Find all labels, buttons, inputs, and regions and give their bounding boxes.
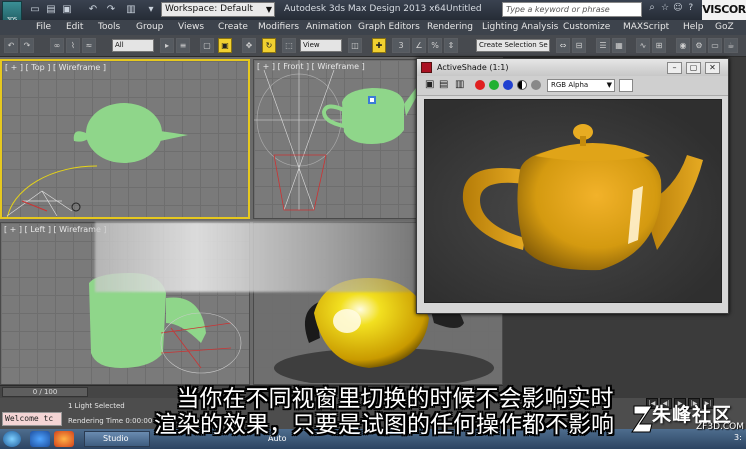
qat-dropdown-icon[interactable]: ▾ [144,3,158,16]
menu-tools[interactable]: Tools [98,22,120,32]
menu-animation[interactable]: Animation [306,22,352,32]
menu-modifiers[interactable]: Modifiers [258,22,299,32]
undo-tool-icon[interactable]: ↶ [4,38,18,53]
color-swatch[interactable] [619,79,633,92]
brand-watermark: VISCOR [702,0,746,20]
schematic-view-icon[interactable]: ⊞ [652,38,666,53]
title-bar: 3DS ▭ ▤ ▣ ↶ ↷ ▥ ▾ Workspace: Default ▼ A… [0,0,746,25]
select-by-name-icon[interactable]: ≡ [176,38,190,53]
site-logo-subtext: ZF3D.COM [696,422,744,432]
snap-toggle-icon[interactable]: 3 [392,38,410,53]
chevron-down-icon: ▼ [606,81,612,89]
selection-filter-dropdown[interactable]: All [112,39,154,52]
blue-channel-icon[interactable] [503,80,513,90]
minimize-button[interactable]: – [667,62,682,74]
align-icon[interactable]: ⊟ [572,38,586,53]
named-selection-set-dropdown[interactable]: Create Selection Se [476,39,550,52]
viewport-top-label[interactable]: [ + ] [ Top ] [ Wireframe ] [5,63,106,72]
search-input[interactable]: Type a keyword or phrase [502,2,642,17]
menu-rendering[interactable]: Rendering [427,22,473,32]
select-scale-icon[interactable]: ⬚ [282,38,296,53]
mirror-icon[interactable]: ⇔ [556,38,570,53]
binoculars-icon[interactable]: ⌕ [645,2,659,17]
material-editor-icon[interactable]: ◉ [676,38,690,53]
spinner-snap-icon[interactable]: ⇕ [444,38,458,53]
graphite-toolset-icon[interactable]: ▦ [612,38,626,53]
select-link-icon[interactable]: ∞ [50,38,64,53]
site-logo-watermark: 朱峰社区 ZF3D.COM [630,398,744,440]
main-toolbar: ↶ ↷ ∞ ⌇ ≈ All ▸ ≡ ▢ ▣ ✥ ↻ ⬚ View ◫ ✚ 3 ∠… [0,35,746,57]
monochrome-icon[interactable] [531,80,541,90]
menu-customize[interactable]: Customize [563,22,610,32]
channel-dropdown[interactable]: RGB Alpha ▼ [547,79,615,92]
activeshade-window[interactable]: ActiveShade (1:1) – ▢ ✕ ▣ ▤ ▥ RGB Alpha … [416,58,729,314]
channel-label: RGB Alpha [551,81,589,89]
activeshade-title: ActiveShade (1:1) [437,63,509,72]
new-file-icon[interactable]: ▭ [28,3,42,16]
chevron-down-icon: ▼ [265,5,272,14]
menu-bar: File Edit Tools Group Views Create Modif… [0,20,746,35]
viewport-front-label[interactable]: [ + ] [ Front ] [ Wireframe ] [257,62,365,71]
menu-help[interactable]: Help [683,22,704,32]
viewport-left-label[interactable]: [ + ] [ Left ] [ Wireframe ] [4,225,107,234]
percent-snap-icon[interactable]: % [428,38,442,53]
menu-views[interactable]: Views [178,22,204,32]
app-title: Autodesk 3ds Max Design 2013 x64 [284,4,446,14]
help-icon[interactable]: ? [686,3,696,13]
app-window: 3DS ▭ ▤ ▣ ↶ ↷ ▥ ▾ Workspace: Default ▼ A… [0,0,746,449]
layer-manager-icon[interactable]: ☰ [596,38,610,53]
maximize-button[interactable]: ▢ [686,62,701,74]
clone-window-icon[interactable]: ▥ [455,79,464,90]
menu-lighting-analysis[interactable]: Lighting Analysis [482,22,558,32]
close-button[interactable]: ✕ [705,62,720,74]
pivot-center-icon[interactable]: ◫ [348,38,362,53]
viewport-top[interactable]: [ + ] [ Top ] [ Wireframe ] [0,59,250,219]
menu-goz[interactable]: GoZ [715,22,734,32]
open-folder-icon[interactable]: ▤ [44,3,58,16]
teapot-app-icon [421,62,432,73]
activeshade-titlebar[interactable]: ActiveShade (1:1) – ▢ ✕ [417,59,728,76]
blurred-overlay [95,222,435,292]
bind-space-warp-icon[interactable]: ≈ [82,38,96,53]
menu-edit[interactable]: Edit [66,22,83,32]
select-manipulate-icon[interactable]: ✚ [372,38,386,53]
menu-graph-editors[interactable]: Graph Editors [358,22,420,32]
menu-create[interactable]: Create [218,22,248,32]
alpha-channel-icon[interactable] [517,80,527,90]
activeshade-toolbar: ▣ ▤ ▥ RGB Alpha ▼ [417,76,728,96]
menu-group[interactable]: Group [136,22,163,32]
select-move-icon[interactable]: ✥ [242,38,256,53]
save-image-icon[interactable]: ▣ [425,79,434,90]
top-teapot-wireframe [6,103,188,217]
window-crossing-icon[interactable]: ▣ [218,38,232,53]
unlink-icon[interactable]: ⌇ [66,38,80,53]
menu-file[interactable]: File [36,22,51,32]
document-title: Untitled [446,4,482,14]
save-icon[interactable]: ▣ [60,3,74,16]
undo-icon[interactable]: ↶ [86,3,100,16]
rectangle-selection-icon[interactable]: ▢ [200,38,214,53]
activeshade-render-area[interactable] [424,99,722,303]
copy-image-icon[interactable]: ▤ [439,79,448,90]
menu-maxscript[interactable]: MAXScript [623,22,669,32]
select-rotate-icon[interactable]: ↻ [262,38,276,53]
render-setup-icon[interactable]: ⚙ [692,38,706,53]
red-channel-icon[interactable] [475,80,485,90]
workspace-dropdown[interactable]: Workspace: Default ▼ [161,2,275,17]
curve-editor-icon[interactable]: ∿ [636,38,650,53]
rendered-gold-teapot [462,124,703,271]
green-channel-icon[interactable] [489,80,499,90]
project-folder-icon[interactable]: ▥ [124,3,138,16]
angle-snap-icon[interactable]: ∠ [412,38,426,53]
reference-coordinate-dropdown[interactable]: View [300,39,342,52]
workspace-label: Workspace: Default [165,4,253,14]
star-icon[interactable]: ☆ [660,3,670,13]
select-object-icon[interactable]: ▸ [160,38,174,53]
render-production-icon[interactable]: ☕ [724,38,738,53]
redo-tool-icon[interactable]: ↷ [20,38,34,53]
user-icon[interactable]: ☺ [673,3,683,13]
rendered-frame-window-icon[interactable]: ▭ [708,38,722,53]
redo-icon[interactable]: ↷ [104,3,118,16]
